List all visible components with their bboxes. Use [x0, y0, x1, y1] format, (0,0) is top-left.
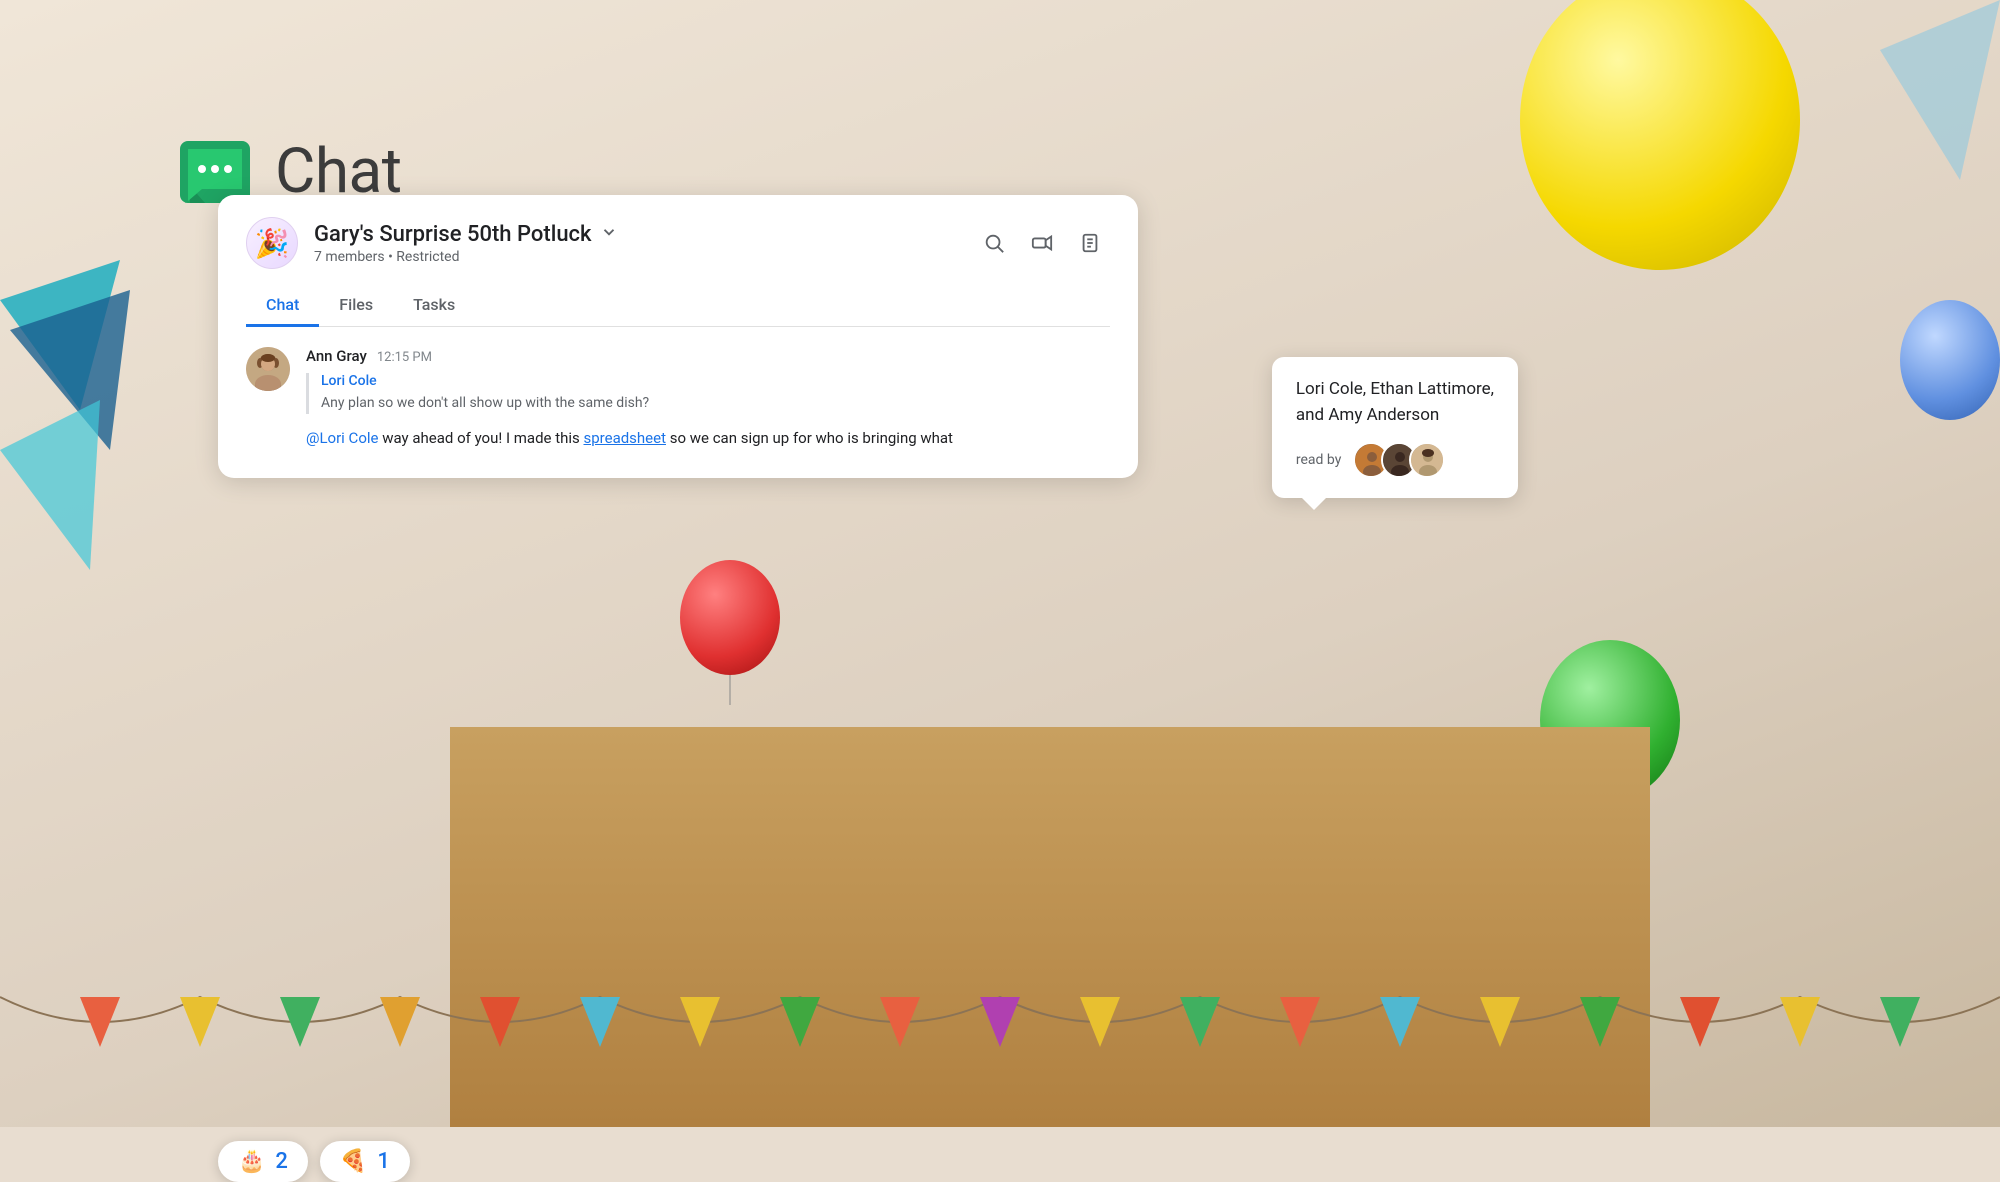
group-avatar-emoji: 🎉: [255, 227, 290, 260]
tab-files[interactable]: Files: [319, 285, 393, 327]
group-info: 🎉 Gary's Surprise 50th Potluck 7 members…: [246, 217, 618, 269]
mention-lori[interactable]: @Lori Cole: [306, 429, 378, 447]
message-body: Ann Gray 12:15 PM Lori Cole Any plan so …: [306, 347, 1110, 450]
ann-gray-avatar-svg: [246, 347, 290, 391]
group-meta: 7 members • Restricted: [314, 249, 618, 265]
panel-header: 🎉 Gary's Surprise 50th Potluck 7 members…: [218, 195, 1138, 269]
read-by-section: Lori Cole, Ethan Lattimore,and Amy Ander…: [1272, 357, 1518, 498]
reaction-pizza-emoji: 🍕: [340, 1149, 367, 1174]
read-avatars: [1353, 442, 1445, 478]
message-row: Ann Gray 12:15 PM Lori Cole Any plan so …: [246, 347, 1110, 450]
message-text: @Lori Cole way ahead of you! I made this…: [306, 426, 1110, 450]
group-details: Gary's Surprise 50th Potluck 7 members •…: [314, 222, 618, 265]
reactions: 🎂 2 🍕 1: [218, 1141, 410, 1182]
spreadsheet-link[interactable]: spreadsheet: [584, 429, 667, 447]
message-time: 12:15 PM: [377, 350, 432, 365]
message-text-middle: way ahead of you! I made this: [382, 429, 583, 447]
notes-icon: [1079, 232, 1101, 254]
chat-panel: 🎉 Gary's Surprise 50th Potluck 7 members…: [218, 195, 1138, 478]
reaction-pizza[interactable]: 🍕 1: [320, 1141, 410, 1182]
reaction-pizza-count: 1: [377, 1149, 390, 1174]
tab-chat[interactable]: Chat: [246, 285, 319, 327]
read-by-row: read by: [1296, 442, 1494, 478]
message-meta: Ann Gray 12:15 PM: [306, 347, 1110, 365]
sender-avatar: [246, 347, 290, 391]
group-avatar: 🎉: [246, 217, 298, 269]
sender-name: Ann Gray: [306, 347, 367, 365]
read-avatar-3: [1409, 442, 1445, 478]
tab-tasks[interactable]: Tasks: [393, 285, 475, 327]
reaction-cake[interactable]: 🎂 2: [218, 1141, 308, 1182]
reaction-cake-count: 2: [275, 1149, 288, 1174]
group-name: Gary's Surprise 50th Potluck: [314, 222, 592, 247]
read-by-tooltip: Lori Cole, Ethan Lattimore,and Amy Ander…: [1272, 357, 1518, 498]
video-icon: [1031, 232, 1053, 254]
chat-logo-svg: [180, 141, 250, 203]
group-name-row[interactable]: Gary's Surprise 50th Potluck: [314, 222, 618, 247]
notes-button[interactable]: [1070, 223, 1110, 263]
tabs-bar: Chat Files Tasks: [246, 285, 1110, 327]
quoted-message: Lori Cole Any plan so we don't all show …: [306, 373, 1110, 414]
search-icon: [983, 232, 1005, 254]
video-call-button[interactable]: [1022, 223, 1062, 263]
reaction-cake-emoji: 🎂: [238, 1149, 265, 1174]
read-by-names: Lori Cole, Ethan Lattimore,and Amy Ander…: [1296, 377, 1494, 428]
read-by-label: read by: [1296, 450, 1341, 471]
search-button[interactable]: [974, 223, 1014, 263]
quoted-text: Any plan so we don't all show up with th…: [321, 393, 1110, 414]
header-actions: [974, 223, 1110, 263]
quoted-sender: Lori Cole: [321, 373, 1110, 389]
chevron-down-icon[interactable]: [600, 223, 618, 246]
chat-content: Ann Gray 12:15 PM Lori Cole Any plan so …: [218, 327, 1138, 478]
message-text-end: so we can sign up for who is bringing wh…: [670, 429, 953, 447]
